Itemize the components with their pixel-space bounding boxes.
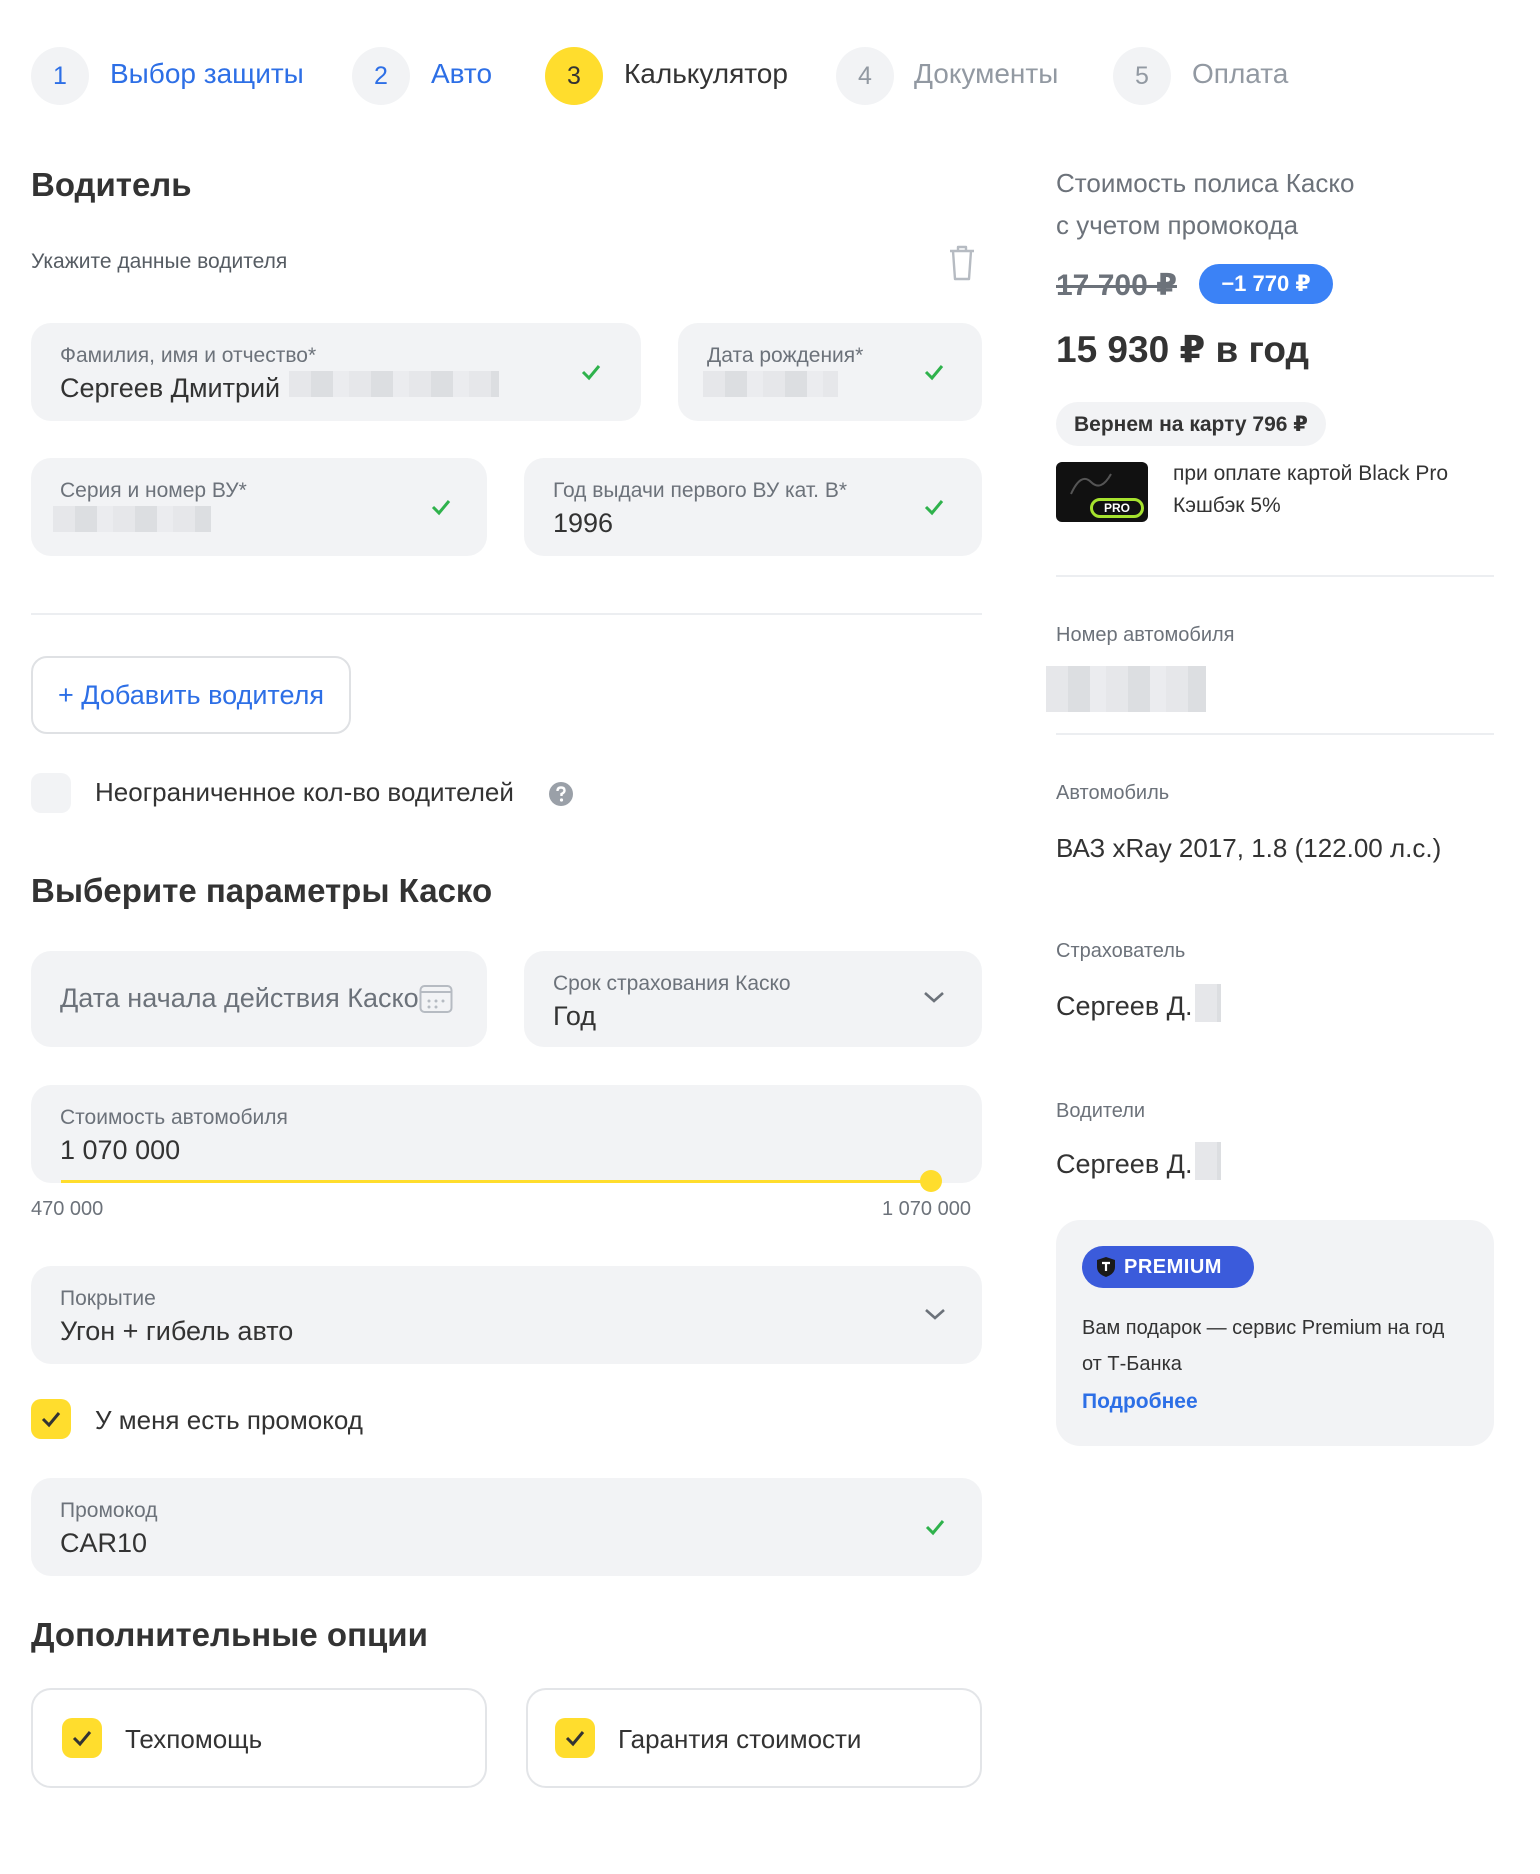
car-number-label: Номер автомобиля — [1056, 624, 1235, 646]
drivers-value: Сергеев Д. — [1056, 1149, 1193, 1179]
calendar-icon[interactable] — [419, 982, 453, 1014]
premium-description: Вам подарок — сервис Premium на год от Т… — [1082, 1317, 1445, 1375]
checkmark-icon — [41, 1412, 61, 1428]
term-select[interactable]: Срок страхования Каско Год — [524, 951, 982, 1047]
birth-date-redacted — [703, 371, 838, 397]
shield-icon — [1097, 1257, 1115, 1277]
license-redacted — [53, 506, 211, 532]
add-driver-button[interactable]: + Добавить водителя — [31, 656, 351, 734]
option-value-guarantee[interactable]: Гарантия стоимости — [526, 1688, 982, 1788]
extras-section-title: Дополнительные опции — [31, 1616, 428, 1653]
chevron-down-icon — [924, 992, 944, 1003]
license-field[interactable]: Серия и номер ВУ* — [31, 458, 487, 556]
promo-checkbox[interactable] — [31, 1399, 71, 1439]
chevron-down-icon — [925, 1309, 945, 1320]
divider — [1056, 733, 1494, 735]
card-line2: Кэшбэк 5% — [1173, 494, 1281, 517]
car-value: 1 070 000 — [60, 1135, 181, 1165]
step-2-label[interactable]: Авто — [431, 58, 492, 90]
card-line1: при оплате картой Black Pro — [1173, 462, 1449, 485]
premium-gift-card: PREMIUM Вам подарок — сервис Premium на … — [1056, 1220, 1494, 1446]
insurer-value: Сергеев Д. — [1056, 991, 1193, 1021]
fio-label: Фамилия, имя и отчество* — [60, 344, 317, 367]
check-icon — [924, 365, 944, 381]
pro-badge: PRO — [1090, 498, 1144, 518]
price-title-line1: Стоимость полиса Каско — [1056, 168, 1355, 198]
fio-redacted — [289, 371, 499, 397]
step-5-label: Оплата — [1192, 58, 1289, 89]
premium-details-link[interactable]: Подробнее — [1082, 1390, 1198, 1414]
check-icon — [431, 500, 451, 516]
coverage-value: Угон + гибель авто — [60, 1316, 294, 1346]
cashback-badge: Вернем на карту 796 ₽ — [1056, 402, 1326, 446]
step-3-number: 3 — [545, 47, 603, 105]
term-label: Срок страхования Каско — [553, 972, 791, 995]
step-1-number[interactable]: 1 — [31, 47, 89, 105]
birth-date-field[interactable]: Дата рождения* — [678, 323, 982, 421]
coverage-select[interactable]: Покрытие Угон + гибель авто — [31, 1266, 982, 1364]
step-5-number: 5 — [1113, 47, 1171, 105]
driver-hint: Укажите данные водителя — [31, 250, 288, 273]
divider — [1056, 575, 1494, 577]
term-value: Год — [553, 1001, 596, 1031]
first-license-year-value: 1996 — [553, 508, 614, 538]
drivers-redacted — [1195, 1142, 1221, 1180]
old-price: 17 700 ₽ — [1056, 269, 1177, 302]
step-4-number: 4 — [836, 47, 894, 105]
value-guarantee-checkbox[interactable] — [555, 1718, 595, 1758]
start-date-placeholder: Дата начала действия Каско — [60, 983, 419, 1013]
params-section-title: Выберите параметры Каско — [31, 872, 493, 909]
divider — [31, 613, 982, 615]
premium-badge: PREMIUM — [1082, 1246, 1254, 1288]
fio-value: Сергеев Дмитрий — [60, 373, 281, 403]
birth-date-label: Дата рождения* — [707, 344, 864, 367]
unlimited-drivers-label[interactable]: Неограниченное кол-во водителей — [95, 777, 514, 808]
coverage-label: Покрытие — [60, 1287, 156, 1310]
insurer-redacted — [1195, 984, 1221, 1022]
driver-section-title: Водитель — [31, 166, 192, 203]
trash-icon[interactable] — [947, 244, 977, 282]
range-min-label: 470 000 — [31, 1198, 104, 1220]
insurer-label: Страхователь — [1056, 940, 1186, 962]
car-value-slider-track[interactable] — [61, 1180, 931, 1183]
first-license-year-field[interactable]: Год выдачи первого ВУ кат. B* 1996 — [524, 458, 982, 556]
drivers-label: Водители — [1056, 1100, 1146, 1122]
techhelp-label: Техпомощь — [125, 1724, 263, 1754]
promo-checkbox-label[interactable]: У меня есть промокод — [95, 1405, 363, 1436]
card-pattern-icon — [1070, 473, 1112, 495]
car-value-slider-handle[interactable] — [920, 1170, 942, 1192]
option-techhelp[interactable]: Техпомощь — [31, 1688, 487, 1788]
start-date-field[interactable]: Дата начала действия Каско — [31, 951, 487, 1047]
checkmark-icon — [72, 1731, 92, 1747]
check-icon — [581, 365, 601, 381]
checkmark-icon — [565, 1731, 585, 1747]
license-label: Серия и номер ВУ* — [60, 479, 247, 502]
car-value-label: Стоимость автомобиля — [60, 1106, 288, 1129]
premium-badge-label: PREMIUM — [1124, 1255, 1222, 1278]
price-title-line2: с учетом промокода — [1056, 210, 1299, 240]
promo-field[interactable]: Промокод CAR10 — [31, 1478, 982, 1576]
car-label: Автомобиль — [1056, 782, 1170, 804]
black-pro-card-image: PRO — [1056, 462, 1148, 522]
range-max-label: 1 070 000 — [882, 1198, 971, 1220]
car-value-field[interactable]: Стоимость автомобиля 1 070 000 — [31, 1085, 982, 1183]
unlimited-drivers-checkbox[interactable] — [31, 773, 71, 813]
discount-badge: −1 770 ₽ — [1199, 264, 1333, 304]
step-3-label: Калькулятор — [624, 58, 788, 89]
step-4-label: Документы — [914, 58, 1059, 89]
value-guarantee-label: Гарантия стоимости — [618, 1724, 862, 1754]
final-price: 15 930 ₽ в год — [1056, 329, 1310, 370]
techhelp-checkbox[interactable] — [62, 1718, 102, 1758]
first-license-year-label: Год выдачи первого ВУ кат. B* — [553, 479, 848, 502]
check-icon — [924, 500, 944, 516]
check-icon — [925, 1520, 945, 1536]
help-icon[interactable] — [548, 781, 574, 807]
promo-value: CAR10 — [60, 1528, 148, 1558]
step-1-label[interactable]: Выбор защиты — [110, 58, 304, 90]
step-2-number[interactable]: 2 — [352, 47, 410, 105]
fio-field[interactable]: Фамилия, имя и отчество* Сергеев Дмитрий — [31, 323, 641, 421]
car-value-summary: ВАЗ xRay 2017, 1.8 (122.00 л.с.) — [1056, 833, 1442, 863]
car-number-redacted — [1046, 666, 1206, 712]
promo-label: Промокод — [60, 1499, 158, 1522]
